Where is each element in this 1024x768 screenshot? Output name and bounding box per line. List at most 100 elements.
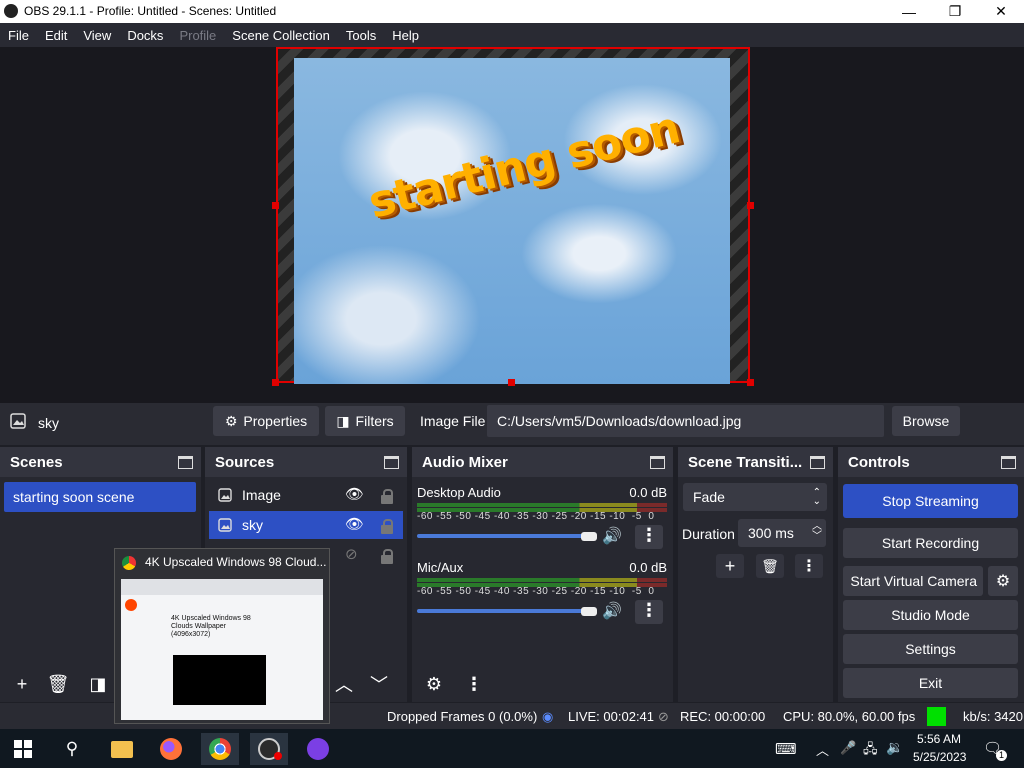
transition-options-icon[interactable]: ⋮ <box>795 554 823 578</box>
taskbar-thumbnail-preview[interactable]: 4K Upscaled Windows 98 Cloud... 4K Upsca… <box>114 548 330 724</box>
image-path-field[interactable]: C:/Users/vm5/Downloads/download.jpg <box>487 405 884 437</box>
resize-handle-bottom[interactable] <box>508 379 515 386</box>
more-options-icon[interactable]: ⋮ <box>635 600 663 624</box>
maximize-button[interactable]: ❐ <box>932 0 978 23</box>
speaker-icon[interactable]: 🔊 <box>602 601 622 621</box>
volume-slider-handle[interactable] <box>581 532 597 541</box>
meter-scale: -60 -55 -50 -45 -40 -35 -30 -25 -20 -15 … <box>417 586 655 597</box>
channel-name: Desktop Audio <box>417 485 501 500</box>
resize-handle-right[interactable] <box>747 202 754 209</box>
studio-mode-button[interactable]: Studio Mode <box>843 600 1018 630</box>
duration-field[interactable]: 300 ms ︿ ﹀ <box>738 519 826 547</box>
move-down-button[interactable]: ﹀ <box>365 671 393 697</box>
start-recording-button[interactable]: Start Recording <box>843 528 1018 558</box>
move-up-button[interactable]: ︿ <box>330 671 358 697</box>
mixer-settings-gear-icon[interactable]: ⚙ <box>420 671 448 697</box>
browse-button[interactable]: Browse <box>892 406 960 436</box>
rec-time: REC: 00:00:00 <box>680 709 766 724</box>
lock-icon[interactable] <box>381 489 393 504</box>
remove-scene-button[interactable]: 🗑 <box>44 671 72 697</box>
add-transition-button[interactable]: + <box>716 554 744 578</box>
minimize-button[interactable]: — <box>886 0 932 23</box>
virtual-camera-settings-gear-icon[interactable]: ⚙ <box>988 566 1018 596</box>
image-icon <box>218 518 232 532</box>
chevron-up-icon[interactable]: ︿ <box>816 740 829 759</box>
search-icon[interactable]: ⚲ <box>53 733 91 765</box>
firefox-icon[interactable] <box>152 733 190 765</box>
more-options-icon[interactable]: ⋮ <box>635 525 663 549</box>
app-icon[interactable] <box>299 733 337 765</box>
live-time: LIVE: 00:02:41 <box>568 709 655 724</box>
chrome-taskbar-icon[interactable] <box>201 733 239 765</box>
undock-icon[interactable] <box>384 456 399 469</box>
scene-item[interactable]: starting soon scene <box>4 482 196 512</box>
controls-title: Controls <box>838 447 1024 477</box>
network-icon[interactable]: 🖧 <box>863 740 878 762</box>
settings-button[interactable]: Settings <box>843 634 1018 664</box>
source-item-selected[interactable]: sky 👁 <box>209 511 403 539</box>
resize-handle-bottom-right[interactable] <box>747 379 754 386</box>
transition-select[interactable]: Fade ⌃ ⌄ <box>683 483 827 511</box>
channel-level: 0.0 dB <box>629 560 667 575</box>
menu-view[interactable]: View <box>75 28 119 43</box>
resize-handle-left[interactable] <box>272 202 279 209</box>
speaker-icon[interactable]: 🔊 <box>602 526 622 546</box>
selected-source-name: sky <box>38 415 59 431</box>
properties-button[interactable]: ⚙ Properties <box>213 406 319 436</box>
lock-icon[interactable] <box>381 519 393 534</box>
mixer-menu-icon[interactable]: ⋮ <box>460 671 488 697</box>
volume-icon[interactable]: 🔉 <box>886 739 903 756</box>
obs-taskbar-icon[interactable] <box>250 733 288 765</box>
menu-bar: File Edit View Docks Profile Scene Colle… <box>0 23 1024 47</box>
thumbnail-page: 4K Upscaled Windows 98 Clouds Wallpaper … <box>121 579 323 720</box>
volume-meter <box>417 503 667 507</box>
keyboard-icon[interactable]: ⌨ <box>775 740 797 758</box>
meter-scale: -60 -55 -50 -45 -40 -35 -30 -25 -20 -15 … <box>417 511 655 522</box>
spinbox-arrows-icon[interactable]: ︿ ﹀ <box>812 522 822 542</box>
undock-icon[interactable] <box>1001 456 1016 469</box>
chevron-updown-icon: ⌃ ⌄ <box>812 487 821 507</box>
remove-transition-button[interactable]: 🗑 <box>756 554 784 578</box>
scene-filters-button[interactable]: ◨ <box>84 671 112 697</box>
start-button[interactable] <box>4 733 42 765</box>
visibility-eye-icon[interactable]: 👁 <box>345 485 364 503</box>
undock-icon[interactable] <box>178 456 193 469</box>
exit-button[interactable]: Exit <box>843 668 1018 698</box>
close-button[interactable]: ✕ <box>978 0 1024 23</box>
stop-streaming-button[interactable]: Stop Streaming <box>843 484 1018 518</box>
channel-name: Mic/Aux <box>417 560 464 575</box>
filter-icon: ◨ <box>336 412 350 429</box>
undock-icon[interactable] <box>650 456 665 469</box>
add-scene-button[interactable]: + <box>8 671 36 697</box>
visibility-hidden-icon[interactable]: ⊘ <box>345 545 358 563</box>
clock-date[interactable]: 5/25/2023 <box>913 750 966 764</box>
source-item[interactable]: Image 👁 <box>209 481 403 509</box>
menu-docks[interactable]: Docks <box>119 28 171 43</box>
volume-slider[interactable] <box>417 609 589 613</box>
chrome-icon <box>122 556 136 570</box>
clock-time[interactable]: 5:56 AM <box>917 732 961 746</box>
file-explorer-icon[interactable] <box>103 733 141 765</box>
menu-scene-collection[interactable]: Scene Collection <box>224 28 338 43</box>
resize-handle-bottom-left[interactable] <box>272 379 279 386</box>
filters-button[interactable]: ◨ Filters <box>325 406 405 436</box>
menu-edit[interactable]: Edit <box>37 28 75 43</box>
stream-health-indicator <box>927 707 946 726</box>
gear-icon: ⚙ <box>224 412 238 429</box>
volume-slider[interactable] <box>417 534 589 538</box>
audio-mixer-dock: Audio Mixer Desktop Audio 0.0 dB -60 -55… <box>412 447 673 702</box>
lock-icon[interactable] <box>381 549 393 564</box>
menu-profile[interactable]: Profile <box>171 28 224 43</box>
thumbnail-title: 4K Upscaled Windows 98 Cloud... <box>145 555 327 569</box>
menu-help[interactable]: Help <box>384 28 427 43</box>
menu-file[interactable]: File <box>0 28 37 43</box>
volume-slider-handle[interactable] <box>581 607 597 616</box>
menu-tools[interactable]: Tools <box>338 28 384 43</box>
rec-icon: ⊘ <box>658 709 669 724</box>
window-title: OBS 29.1.1 - Profile: Untitled - Scenes:… <box>24 4 277 18</box>
dropped-frames: Dropped Frames 0 (0.0%) <box>387 709 538 724</box>
undock-icon[interactable] <box>810 456 825 469</box>
visibility-eye-icon[interactable]: 👁 <box>345 515 364 533</box>
microphone-icon[interactable]: 🎤 <box>840 740 856 756</box>
start-virtual-camera-button[interactable]: Start Virtual Camera <box>843 566 983 596</box>
